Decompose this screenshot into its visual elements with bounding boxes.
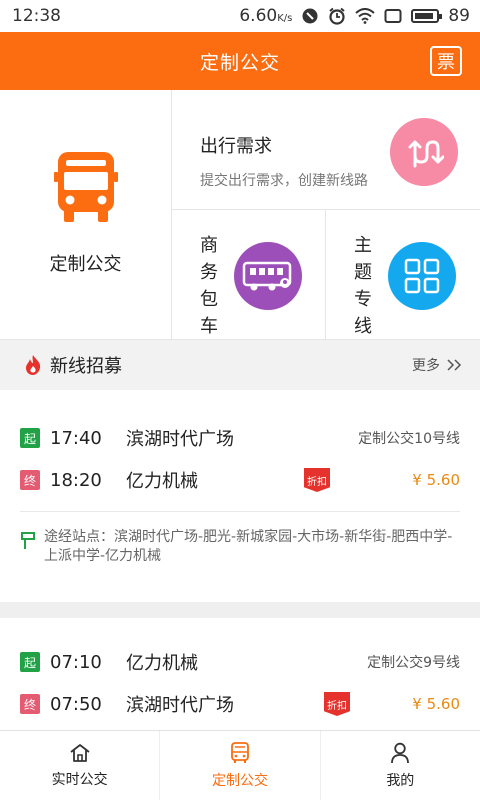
more-link[interactable]: 更多	[412, 355, 462, 375]
status-bar: 12:38 6.60K/s 89	[0, 0, 480, 32]
home-icon	[70, 743, 90, 762]
travel-demand-subtitle: 提交出行需求，创建新线路	[200, 173, 368, 189]
route-card[interactable]: 起 07:10 亿力机械 定制公交9号线 终 07:50 滨湖时代广场 折扣 ¥…	[0, 618, 480, 730]
bus-icon	[53, 152, 118, 222]
bus-tab-icon	[231, 741, 249, 763]
end-tag: 终	[20, 470, 40, 490]
end-stop: 滨湖时代广场	[126, 695, 234, 716]
theme-line-entry[interactable]: 主 题 专 线	[326, 210, 480, 340]
label-char: 线	[354, 316, 372, 337]
line-name: 定制公交9号线	[367, 655, 460, 671]
network-speed: 6.60K/s	[239, 6, 292, 26]
price: ¥ 5.60	[412, 695, 460, 713]
user-icon	[391, 742, 410, 763]
page-title: 定制公交	[199, 51, 280, 74]
battery-level: 89	[448, 6, 470, 26]
via-stops-text: 途经站点：滨湖时代广场-肥光-新城家园-大市场-新华街-肥西中学-上派中学-亿力…	[44, 529, 453, 564]
battery-icon	[411, 9, 443, 23]
route-start-row: 起 17:40 滨湖时代广场 定制公交10号线	[0, 423, 480, 453]
business-charter-label: 商 务 包 车	[198, 232, 220, 340]
charter-bus-icon	[234, 242, 302, 310]
ticket-button[interactable]: 票	[430, 46, 462, 76]
start-stop: 亿力机械	[126, 653, 198, 674]
no-disturb-icon	[302, 8, 318, 24]
double-chevron-right-icon	[447, 359, 462, 371]
label-char: 包	[200, 289, 218, 310]
divider	[20, 511, 460, 512]
route-icon	[390, 118, 458, 186]
feature-grid: 定制公交 出行需求 提交出行需求，创建新线路 商 务 包 车 主 题 专 线	[0, 90, 480, 340]
theme-line-label: 主 题 专 线	[352, 232, 374, 340]
custom-bus-entry[interactable]: 定制公交	[0, 90, 172, 340]
title-bar: 定制公交 票	[0, 32, 480, 90]
status-icons: 6.60K/s 89	[239, 6, 470, 26]
tab-label: 我的	[386, 772, 415, 789]
alarm-icon	[329, 7, 345, 25]
start-tag: 起	[20, 428, 40, 448]
end-time: 18:20	[50, 469, 102, 491]
route-end-row: 终 18:20 亿力机械 折扣 ¥ 5.60	[0, 465, 480, 495]
route-card[interactable]: 起 17:40 滨湖时代广场 定制公交10号线 终 18:20 亿力机械 折扣 …	[0, 390, 480, 602]
more-label: 更多	[412, 358, 440, 374]
bottom-nav: 实时公交 定制公交 我的	[0, 730, 480, 800]
status-time: 12:38	[12, 6, 61, 26]
discount-badge: 折扣	[324, 692, 350, 716]
via-stops: 途经站点：滨湖时代广场-肥光-新城家园-大市场-新华街-肥西中学-上派中学-亿力…	[20, 528, 460, 566]
card-separator	[0, 602, 480, 618]
start-stop: 滨湖时代广场	[126, 429, 234, 450]
network-speed-unit: K/s	[277, 13, 293, 24]
start-tag: 起	[20, 652, 40, 672]
custom-bus-label: 定制公交	[49, 254, 122, 275]
label-char: 专	[354, 289, 372, 310]
tab-mine[interactable]: 我的	[321, 731, 480, 800]
tab-label: 定制公交	[211, 772, 268, 789]
signal-box-icon	[384, 9, 402, 23]
travel-demand-title: 出行需求	[200, 136, 272, 157]
business-charter-entry[interactable]: 商 务 包 车	[172, 210, 326, 340]
label-char: 主	[354, 235, 372, 256]
new-lines-title-group: 新线招募	[24, 352, 122, 378]
stop-sign-icon	[21, 532, 35, 549]
label-char: 商	[200, 235, 218, 256]
route-end-row: 终 07:50 滨湖时代广场 折扣 ¥ 5.60	[0, 689, 480, 719]
start-time: 07:10	[50, 651, 102, 673]
travel-demand-entry[interactable]: 出行需求 提交出行需求，创建新线路	[172, 90, 480, 210]
tab-custom-bus[interactable]: 定制公交	[160, 731, 321, 800]
fire-icon	[26, 355, 41, 375]
label-char: 题	[354, 262, 372, 283]
label-char: 车	[200, 316, 218, 337]
end-time: 07:50	[50, 693, 102, 715]
start-time: 17:40	[50, 427, 102, 449]
tab-realtime-bus[interactable]: 实时公交	[0, 731, 161, 800]
discount-badge: 折扣	[304, 468, 330, 492]
wifi-icon	[355, 8, 376, 24]
new-lines-header: 新线招募 更多	[0, 340, 480, 390]
network-speed-value: 6.60	[239, 6, 278, 26]
price: ¥ 5.60	[412, 471, 460, 489]
end-tag: 终	[20, 694, 40, 714]
end-stop: 亿力机械	[126, 471, 198, 492]
route-start-row: 起 07:10 亿力机械 定制公交9号线	[0, 647, 480, 677]
line-name: 定制公交10号线	[358, 431, 460, 447]
tab-label: 实时公交	[51, 771, 108, 788]
new-lines-title: 新线招募	[50, 356, 122, 377]
label-char: 务	[200, 262, 218, 283]
grid-icon	[388, 242, 456, 310]
